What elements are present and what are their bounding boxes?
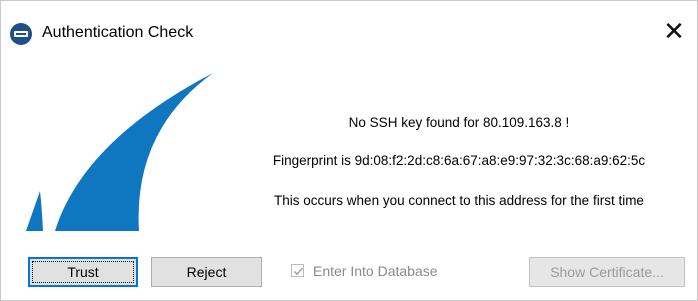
close-icon: ✕ xyxy=(663,17,685,47)
close-button[interactable]: ✕ xyxy=(651,11,697,53)
focus-rectangle xyxy=(32,261,134,283)
barracuda-fin-logo xyxy=(26,73,213,231)
first-connection-note: This occurs when you connect to this add… xyxy=(274,193,644,208)
fingerprint-text: Fingerprint is 9d:08:f2:2d:c8:6a:67:a8:e… xyxy=(272,153,646,168)
logo-small-fin xyxy=(26,191,43,231)
enter-into-database-checkbox[interactable] xyxy=(291,264,304,277)
enter-into-database-label: Enter Into Database xyxy=(313,263,438,279)
logo-large-fin xyxy=(55,73,213,231)
no-ssh-key-message: No SSH key found for 80.109.163.8 ! xyxy=(348,115,570,130)
checkmark-icon xyxy=(293,267,304,276)
reject-button[interactable]: Reject xyxy=(151,257,262,287)
title-bar: Authentication Check ✕ xyxy=(1,1,697,47)
show-certificate-label: Show Certificate... xyxy=(550,264,664,280)
window-title: Authentication Check xyxy=(42,24,194,41)
barracuda-app-icon xyxy=(10,23,32,45)
show-certificate-button[interactable]: Show Certificate... xyxy=(529,257,685,287)
reject-button-label: Reject xyxy=(186,264,227,280)
trust-button[interactable]: Trust xyxy=(28,257,138,287)
authentication-check-dialog: Authentication Check ✕ No SSH key found … xyxy=(0,0,698,301)
